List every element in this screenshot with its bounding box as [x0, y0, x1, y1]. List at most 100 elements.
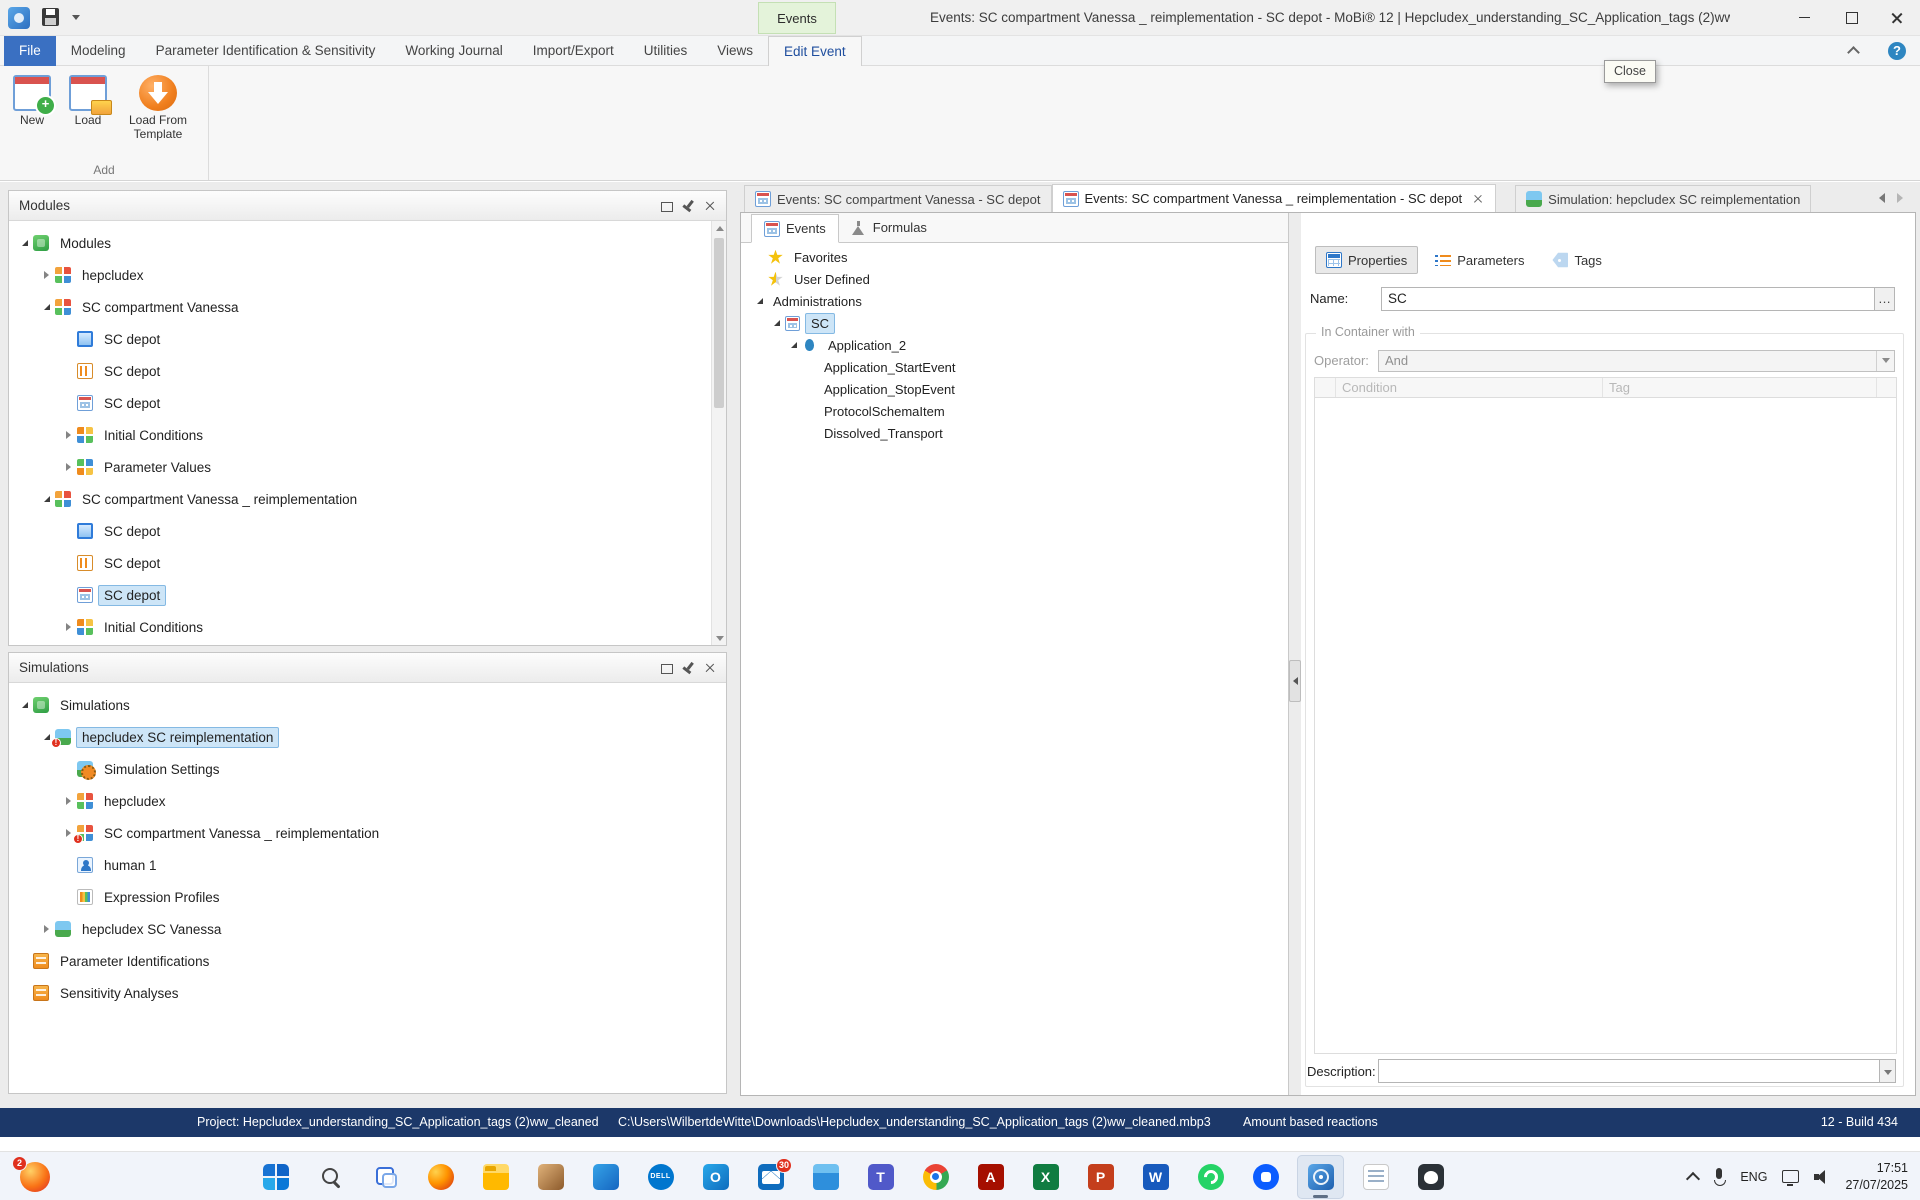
tree-item-sc-compartment-vanessa-reimplementation[interactable]: SC compartment Vanessa _ reimplementatio… — [9, 817, 708, 849]
help-icon[interactable] — [1888, 42, 1906, 60]
document-tab-simulation-hepcludex-sc-reimplementation[interactable]: Simulation: hepcludex SC reimplementatio… — [1515, 185, 1812, 212]
taskbar-dell-icon[interactable]: DELL — [637, 1155, 684, 1199]
tree-item-sc-depot[interactable]: SC depot — [9, 323, 708, 355]
tree-item-parameter-values[interactable]: Parameter Values — [9, 451, 708, 483]
taskbar-notepad-icon[interactable] — [1352, 1155, 1399, 1199]
tree-item-sc-compartment-vanessa[interactable]: SC compartment Vanessa — [9, 291, 708, 323]
pin-panel-icon[interactable] — [674, 653, 702, 681]
scroll-thumb[interactable] — [714, 238, 724, 408]
pane-splitter[interactable] — [1289, 213, 1301, 1095]
taskbar-firefox-icon[interactable] — [417, 1155, 464, 1199]
editor-tab-events[interactable]: Events — [751, 214, 839, 243]
tree-item-sc-depot[interactable]: SC depot — [9, 355, 708, 387]
tree-item-protocolschemaitem[interactable]: ProtocolSchemaItem — [744, 400, 1288, 422]
tree-item-favorites[interactable]: Favorites — [744, 246, 1288, 268]
clock[interactable]: 17:51 27/07/2025 — [1845, 1160, 1908, 1194]
operator-dropdown[interactable]: And — [1378, 349, 1895, 372]
expander-icon[interactable] — [786, 337, 801, 353]
ribbon-button-load[interactable]: Load — [62, 72, 114, 131]
menu-tab-utilities[interactable]: Utilities — [629, 36, 703, 66]
taskbar-word-icon[interactable]: W — [1132, 1155, 1179, 1199]
quick-access-dropdown-icon[interactable] — [72, 15, 80, 20]
tree-item-sc-depot[interactable]: SC depot — [9, 547, 708, 579]
taskbar-folder-blue-icon[interactable] — [802, 1155, 849, 1199]
tree-item-application-startevent[interactable]: Application_StartEvent — [744, 356, 1288, 378]
tree-item-sc-compartment-vanessa-reimplementation[interactable]: SC compartment Vanessa _ reimplementatio… — [9, 483, 708, 515]
tree-item-sc-depot[interactable]: SC depot — [9, 515, 708, 547]
tree-item-application-2[interactable]: Application_2 — [744, 334, 1288, 356]
contextual-tab-events[interactable]: Events — [758, 2, 836, 34]
expander-icon[interactable] — [61, 427, 76, 443]
collapse-pane-button[interactable] — [1289, 660, 1301, 702]
close-icon[interactable] — [1874, 0, 1920, 35]
properties-tab-tags[interactable]: Tags — [1541, 246, 1612, 274]
taskbar-github-icon[interactable] — [1407, 1155, 1454, 1199]
display-icon[interactable] — [1782, 1170, 1800, 1186]
tab-scroll-left-icon[interactable] — [1876, 192, 1888, 204]
description-dropdown-icon[interactable] — [1880, 1059, 1896, 1083]
taskbar-search-icon[interactable] — [307, 1155, 354, 1199]
ribbon-button-load-from-template[interactable]: Load From Template — [118, 72, 198, 145]
scroll-down-icon[interactable] — [712, 630, 727, 645]
expander-icon[interactable] — [61, 459, 76, 475]
microphone-icon[interactable] — [1713, 1167, 1727, 1186]
properties-tab-properties[interactable]: Properties — [1315, 246, 1419, 274]
tree-item-hepcludex[interactable]: hepcludex — [9, 259, 708, 291]
tree-item-hepcludex-sc-reimplementation[interactable]: hepcludex SC reimplementation — [9, 721, 708, 753]
taskbar-excel-icon[interactable]: X — [1022, 1155, 1069, 1199]
taskbar-app-blue-2-icon[interactable] — [1242, 1155, 1289, 1199]
taskbar-task-view-icon[interactable] — [362, 1155, 409, 1199]
expander-icon[interactable] — [61, 619, 76, 635]
document-tab-events-sc-compartment-vanessa-reimplementation-sc-depot[interactable]: Events: SC compartment Vanessa _ reimple… — [1051, 184, 1497, 212]
taskbar-file-explorer-icon[interactable] — [472, 1155, 519, 1199]
tree-item-modules[interactable]: Modules — [9, 227, 708, 259]
tree-item-sc-depot[interactable]: SC depot — [9, 387, 708, 419]
tree-item-sc[interactable]: SC — [744, 312, 1288, 334]
tree-item-user-defined[interactable]: User Defined — [744, 268, 1288, 290]
tree-item-application-stopevent[interactable]: Application_StopEvent — [744, 378, 1288, 400]
taskbar-chrome-icon[interactable] — [912, 1155, 959, 1199]
taskbar-teams-icon[interactable]: T — [857, 1155, 904, 1199]
menu-tab-edit-event[interactable]: Edit Event — [768, 36, 862, 66]
tree-item-sc-depot[interactable]: SC depot — [9, 579, 708, 611]
close-panel-icon[interactable] — [700, 196, 720, 216]
expander-icon[interactable] — [17, 697, 32, 713]
tree-item-simulations[interactable]: Simulations — [9, 689, 708, 721]
tab-scroll-right-icon[interactable] — [1894, 192, 1906, 204]
taskbar-acrobat-icon[interactable]: A — [967, 1155, 1014, 1199]
close-panel-icon[interactable] — [700, 658, 720, 678]
expander-icon[interactable] — [17, 235, 32, 251]
scroll-up-icon[interactable] — [712, 221, 727, 236]
taskbar-mobi-icon[interactable] — [1297, 1154, 1344, 1199]
expander-icon[interactable] — [752, 293, 767, 309]
taskbar-mail-icon[interactable]: 30 — [747, 1155, 794, 1199]
expander-icon[interactable] — [39, 267, 54, 283]
tree-item-sensitivity-analyses[interactable]: Sensitivity Analyses — [9, 977, 708, 1009]
taskbar-start-icon[interactable] — [252, 1155, 299, 1199]
expander-icon[interactable] — [769, 315, 784, 331]
expander-icon[interactable] — [39, 299, 54, 315]
conditions-grid-body[interactable] — [1314, 398, 1897, 1054]
tree-item-hepcludex[interactable]: hepcludex — [9, 785, 708, 817]
mobi-app-icon[interactable] — [8, 7, 30, 29]
tree-item-simulation-settings[interactable]: Simulation Settings — [9, 753, 708, 785]
description-input[interactable] — [1378, 1059, 1880, 1083]
name-input[interactable] — [1381, 286, 1875, 311]
taskbar-app-blue-icon[interactable] — [582, 1155, 629, 1199]
tree-item-initial-conditions[interactable]: Initial Conditions — [9, 611, 708, 643]
pin-panel-icon[interactable] — [674, 191, 702, 219]
menu-tab-parameter-identification-sensitivity[interactable]: Parameter Identification & Sensitivity — [141, 36, 391, 66]
menu-tab-working-journal[interactable]: Working Journal — [390, 36, 517, 66]
expander-icon[interactable] — [39, 921, 54, 937]
tree-item-hepcludex-sc-vanessa[interactable]: hepcludex SC Vanessa — [9, 913, 708, 945]
modules-scrollbar[interactable] — [711, 221, 726, 645]
expander-icon[interactable] — [61, 793, 76, 809]
menu-tab-modeling[interactable]: Modeling — [56, 36, 141, 66]
tree-item-initial-conditions[interactable]: Initial Conditions — [9, 419, 708, 451]
taskbar-widgets-icon[interactable]: 2 — [12, 1156, 54, 1194]
taskbar-outlook-icon[interactable]: O — [692, 1155, 739, 1199]
editor-tab-formulas[interactable]: Formulas — [839, 213, 939, 242]
close-tab-icon[interactable] — [1471, 192, 1485, 206]
tray-expand-icon[interactable] — [1686, 1171, 1701, 1186]
properties-tab-parameters[interactable]: Parameters — [1424, 246, 1535, 274]
